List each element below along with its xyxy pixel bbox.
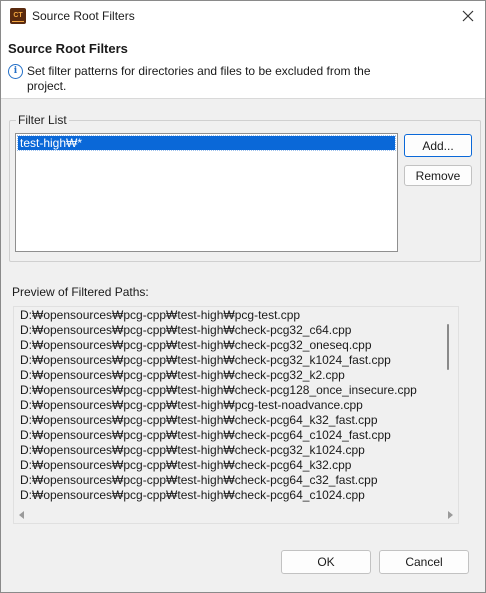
preview-path: D:₩opensources₩pcg-cpp₩test-high₩check-p…: [20, 428, 391, 442]
scroll-right-arrow-icon[interactable]: [448, 511, 453, 519]
close-button[interactable]: [457, 5, 479, 27]
filtered-paths-preview[interactable]: D:₩opensources₩pcg-cpp₩test-high₩pcg-tes…: [13, 306, 459, 524]
preview-label: Preview of Filtered Paths:: [12, 285, 149, 299]
close-icon: [462, 10, 474, 22]
preview-path: D:₩opensources₩pcg-cpp₩test-high₩check-p…: [20, 413, 378, 427]
preview-path: D:₩opensources₩pcg-cpp₩test-high₩check-p…: [20, 383, 417, 397]
app-logo-icon: CT: [10, 8, 26, 24]
list-item-label: test-high₩*: [20, 136, 83, 150]
title-bar: CT Source Root Filters: [1, 1, 485, 32]
header-title: Source Root Filters: [8, 41, 128, 56]
scroll-left-arrow-icon[interactable]: [19, 511, 24, 519]
header-message: Set filter patterns for directories and …: [27, 64, 371, 93]
preview-path: D:₩opensources₩pcg-cpp₩test-high₩check-p…: [20, 368, 345, 382]
preview-path: D:₩opensources₩pcg-cpp₩test-high₩check-p…: [20, 443, 365, 457]
window-title: Source Root Filters: [32, 9, 135, 23]
preview-path: D:₩opensources₩pcg-cpp₩test-high₩check-p…: [20, 353, 391, 367]
vertical-scrollbar-thumb[interactable]: [447, 324, 449, 370]
preview-lines: D:₩opensources₩pcg-cpp₩test-high₩pcg-tes…: [20, 308, 450, 503]
preview-path: D:₩opensources₩pcg-cpp₩test-high₩pcg-tes…: [20, 308, 301, 322]
add-button[interactable]: Add...: [404, 134, 472, 157]
cancel-button[interactable]: Cancel: [379, 550, 469, 574]
preview-path: D:₩opensources₩pcg-cpp₩test-high₩pcg-tes…: [20, 398, 363, 412]
preview-path: D:₩opensources₩pcg-cpp₩test-high₩check-p…: [20, 458, 352, 472]
filter-list[interactable]: test-high₩*: [15, 133, 398, 252]
horizontal-scrollbar[interactable]: [14, 506, 458, 522]
preview-path: D:₩opensources₩pcg-cpp₩test-high₩check-p…: [20, 488, 365, 502]
remove-button[interactable]: Remove: [404, 165, 472, 186]
source-root-filters-dialog: CT Source Root Filters Source Root Filte…: [0, 0, 486, 593]
ok-button[interactable]: OK: [281, 550, 371, 574]
preview-path: D:₩opensources₩pcg-cpp₩test-high₩check-p…: [20, 338, 372, 352]
preview-path: D:₩opensources₩pcg-cpp₩test-high₩check-p…: [20, 323, 352, 337]
filter-list-item-selected[interactable]: test-high₩*: [17, 135, 396, 151]
filter-list-label: Filter List: [16, 113, 69, 127]
preview-path: D:₩opensources₩pcg-cpp₩test-high₩check-p…: [20, 473, 378, 487]
info-icon: i: [8, 64, 23, 79]
dialog-header: Source Root Filters i Set filter pattern…: [1, 32, 485, 99]
